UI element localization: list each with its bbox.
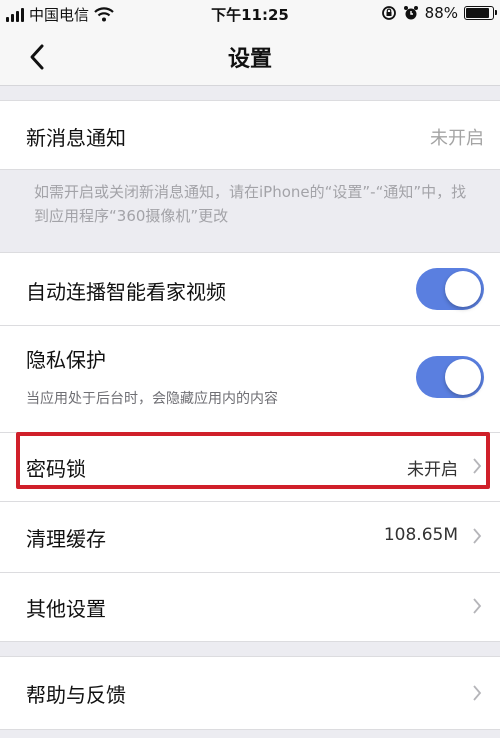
nav-bar: 设置	[0, 28, 500, 86]
row-label: 隐私保护	[26, 348, 106, 372]
divider	[0, 729, 500, 730]
chevron-right-icon	[473, 598, 482, 614]
privacy-subtext: 当应用处于后台时，会隐藏应用内的内容	[26, 391, 278, 407]
row-value: 108.65M	[383, 525, 458, 545]
row-label: 清理缓存	[26, 527, 106, 551]
rotation-lock-icon	[381, 6, 396, 20]
page-title: 设置	[227, 47, 272, 72]
chevron-right-icon	[473, 685, 482, 701]
status-bar: 中国电信 下午11:25 88%	[0, 0, 500, 28]
toggle-knob	[445, 271, 481, 307]
divider	[0, 641, 500, 642]
row-notification[interactable]: 新消息通知 未开启	[0, 101, 500, 169]
privacy-toggle[interactable]	[416, 356, 484, 398]
row-passcode[interactable]: 密码锁 未开启	[0, 433, 500, 501]
toggle-knob	[445, 359, 481, 395]
row-value: 未开启	[407, 460, 458, 480]
row-label: 自动连播智能看家视频	[26, 280, 226, 304]
row-label: 帮助与反馈	[26, 683, 126, 707]
battery-percent: 88%	[424, 4, 458, 22]
row-label: 新消息通知	[26, 126, 126, 150]
autoplay-toggle[interactable]	[416, 268, 484, 310]
divider	[0, 169, 500, 170]
row-help[interactable]: 帮助与反馈	[0, 657, 500, 729]
alarm-icon	[403, 6, 418, 20]
row-privacy: 隐私保护	[0, 326, 500, 432]
battery-icon	[464, 6, 497, 20]
notification-note: 如需开启或关闭新消息通知，请在iPhone的“设置”-“通知”中，找到应用程序“…	[34, 183, 467, 225]
battery-fill	[466, 8, 489, 18]
chevron-right-icon	[473, 458, 482, 474]
row-cache[interactable]: 清理缓存 108.65M	[0, 502, 500, 572]
row-label: 其他设置	[26, 597, 106, 621]
row-other[interactable]: 其他设置	[0, 573, 500, 641]
row-value: 未开启	[430, 128, 484, 149]
chevron-right-icon	[473, 528, 482, 544]
row-label: 密码锁	[26, 457, 86, 481]
row-autoplay: 自动连播智能看家视频	[0, 253, 500, 325]
status-right: 88%	[381, 4, 497, 22]
